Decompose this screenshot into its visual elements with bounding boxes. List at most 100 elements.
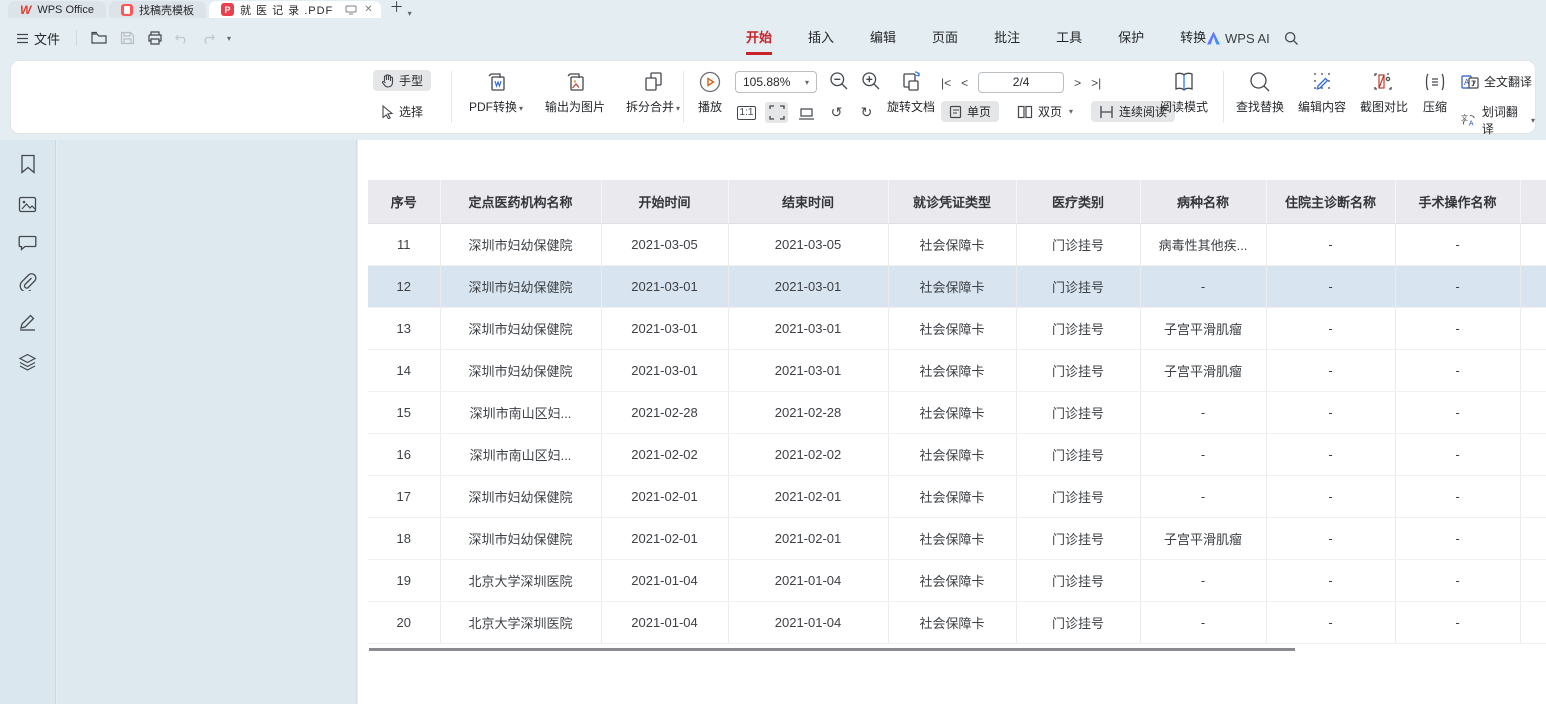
export-image-button[interactable]: 输出为图片: [535, 69, 615, 115]
table-row[interactable]: 11深圳市妇幼保健院2021-03-052021-03-05社会保障卡门诊挂号病…: [368, 223, 1546, 265]
page-number-input[interactable]: 2/4: [978, 72, 1064, 93]
table-cell: -: [1266, 433, 1395, 475]
prev-page-button[interactable]: <: [961, 76, 968, 90]
quick-access-caret-icon[interactable]: ▾: [227, 34, 231, 43]
open-file-icon[interactable]: [91, 31, 108, 45]
signature-icon[interactable]: [18, 313, 37, 331]
navigation-panel[interactable]: [57, 140, 357, 704]
redo-icon[interactable]: [201, 32, 215, 44]
table-cell: 门诊挂号: [1016, 601, 1140, 643]
file-menu-button[interactable]: 文件: [16, 29, 60, 48]
menu-item[interactable]: 页面: [914, 19, 976, 57]
table-cell: 2021-02-01: [601, 475, 728, 517]
caret-down-icon: ▾: [676, 104, 680, 113]
export-image-label: 输出为图片: [545, 98, 605, 115]
thumbnail-icon[interactable]: [18, 196, 37, 213]
table-cell: 2021-01-04: [601, 601, 728, 643]
single-page-icon: [949, 105, 962, 119]
table-cell: -: [1140, 265, 1266, 307]
pdf-page[interactable]: 序号定点医药机构名称开始时间结束时间就诊凭证类型医疗类别病种名称住院主诊断名称手…: [358, 140, 1546, 704]
table-cell: 门诊挂号: [1016, 475, 1140, 517]
menu-item[interactable]: 工具: [1038, 19, 1100, 57]
divider: [1223, 71, 1224, 123]
fit-width-button[interactable]: [795, 102, 818, 123]
menu-item[interactable]: 保护: [1100, 19, 1162, 57]
table-row[interactable]: 12深圳市妇幼保健院2021-03-012021-03-01社会保障卡门诊挂号-…: [368, 265, 1546, 307]
word-translate-button[interactable]: 文 A 划词翻译 ▾: [1461, 103, 1535, 137]
table-row[interactable]: 18深圳市妇幼保健院2021-02-012021-02-01社会保障卡门诊挂号子…: [368, 517, 1546, 559]
read-mode-button[interactable]: 阅读模式: [1154, 69, 1214, 115]
tab-pdf-document[interactable]: P 就 医 记 录 .PDF ✕: [209, 1, 381, 18]
play-button[interactable]: 播放: [689, 69, 731, 115]
pdf-convert-label: PDF转换: [469, 100, 517, 114]
menu-item[interactable]: 批注: [976, 19, 1038, 57]
table-row[interactable]: 19北京大学深圳医院2021-01-042021-01-04社会保障卡门诊挂号-…: [368, 559, 1546, 601]
play-icon: [697, 69, 723, 95]
table-cell: [1520, 391, 1546, 433]
monitor-icon[interactable]: [345, 5, 357, 15]
table-cell: 深圳市南山区妇...: [440, 433, 601, 475]
fit-page-icon: [769, 105, 785, 120]
table-cell: 2021-03-01: [601, 349, 728, 391]
tab-list-caret-icon[interactable]: ▾: [408, 9, 412, 18]
bookmark-icon[interactable]: [19, 154, 37, 174]
split-merge-button[interactable]: 拆分合并▾: [617, 69, 689, 115]
double-page-button[interactable]: 双页 ▾: [1009, 101, 1081, 122]
table-row[interactable]: 13深圳市妇幼保健院2021-03-012021-03-01社会保障卡门诊挂号子…: [368, 307, 1546, 349]
print-icon[interactable]: [147, 31, 163, 45]
tab-docer-template[interactable]: 找稿壳模板: [109, 1, 206, 18]
rotate-right-button[interactable]: ↻: [855, 102, 878, 123]
actual-size-button[interactable]: 1:1: [735, 102, 758, 123]
fit-page-button[interactable]: [765, 102, 788, 123]
first-page-button[interactable]: |<: [941, 76, 951, 90]
close-tab-icon[interactable]: ✕: [364, 4, 372, 15]
menu-item[interactable]: 插入: [790, 19, 852, 57]
table-cell: 门诊挂号: [1016, 349, 1140, 391]
fit-width-icon: [798, 106, 815, 120]
full-translate-button[interactable]: A 全文翻译: [1461, 73, 1532, 90]
table-cell: 2021-02-01: [601, 517, 728, 559]
table-cell: 社会保障卡: [888, 265, 1016, 307]
edit-content-button[interactable]: 编辑内容: [1291, 69, 1353, 115]
table-cell: 门诊挂号: [1016, 559, 1140, 601]
table-cell: 2021-02-01: [728, 475, 888, 517]
rotate-left-button[interactable]: ↺: [825, 102, 848, 123]
search-icon[interactable]: [1284, 31, 1299, 46]
single-page-button[interactable]: 单页: [941, 101, 999, 122]
hamburger-icon: [16, 33, 29, 44]
new-tab-icon[interactable]: ＋: [390, 0, 404, 17]
undo-icon[interactable]: [175, 32, 189, 44]
zoom-out-icon[interactable]: [829, 71, 849, 91]
rotate-document-button[interactable]: 旋转文档: [883, 69, 939, 115]
find-replace-button[interactable]: 查找替换: [1229, 69, 1291, 115]
last-page-button[interactable]: >|: [1091, 76, 1101, 90]
compress-icon: [1422, 69, 1448, 95]
pdf-convert-button[interactable]: PDF转换▾: [458, 69, 534, 115]
table-bottom-border: [369, 648, 1295, 651]
navigation-icon-strip: [0, 140, 56, 704]
table-row[interactable]: 16深圳市南山区妇...2021-02-022021-02-02社会保障卡门诊挂…: [368, 433, 1546, 475]
attachment-icon[interactable]: [18, 273, 37, 291]
column-header: 就诊凭证类型: [888, 180, 1016, 223]
split-merge-icon: [640, 69, 666, 95]
comment-icon[interactable]: [18, 235, 37, 251]
compress-button[interactable]: 压缩: [1412, 69, 1458, 115]
table-row[interactable]: 14深圳市妇幼保健院2021-03-012021-03-01社会保障卡门诊挂号子…: [368, 349, 1546, 391]
zoom-level-select[interactable]: 105.88% ▾: [735, 71, 817, 93]
layers-icon[interactable]: [18, 353, 37, 371]
menu-item[interactable]: 开始: [728, 19, 790, 57]
column-header: 开始时间: [601, 180, 728, 223]
screenshot-compare-button[interactable]: 截图对比: [1353, 69, 1415, 115]
menu-item[interactable]: 编辑: [852, 19, 914, 57]
table-row[interactable]: 15深圳市南山区妇...2021-02-282021-02-28社会保障卡门诊挂…: [368, 391, 1546, 433]
table-row[interactable]: 20北京大学深圳医院2021-01-042021-01-04社会保障卡门诊挂号-…: [368, 601, 1546, 643]
table-row[interactable]: 17深圳市妇幼保健院2021-02-012021-02-01社会保障卡门诊挂号-…: [368, 475, 1546, 517]
hand-tool-button[interactable]: 手型: [373, 70, 431, 91]
select-tool-button[interactable]: 选择: [373, 101, 431, 122]
save-icon[interactable]: [120, 31, 135, 45]
table-cell: 2021-03-01: [728, 349, 888, 391]
menu-wps-ai[interactable]: WPS AI: [1195, 31, 1282, 46]
zoom-in-icon[interactable]: [861, 71, 881, 91]
tab-wps-office[interactable]: W WPS Office: [8, 1, 106, 18]
next-page-button[interactable]: >: [1074, 76, 1081, 90]
